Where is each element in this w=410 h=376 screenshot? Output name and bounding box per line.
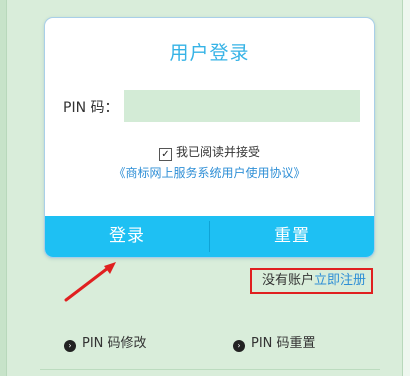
register-highlight-box: 没有账户立即注册 <box>250 268 373 294</box>
bottom-divider <box>40 369 380 370</box>
chevron-right-circle-icon: › <box>233 340 245 352</box>
agree-checkbox[interactable]: ✓ <box>158 148 172 161</box>
reset-button[interactable]: 重置 <box>210 216 374 257</box>
pin-modify-link[interactable]: › PIN 码修改 <box>64 332 147 352</box>
pin-reset-label: PIN 码重置 <box>251 336 316 351</box>
red-arrow-icon <box>64 262 116 302</box>
register-link[interactable]: 立即注册 <box>314 273 366 288</box>
pin-input[interactable] <box>124 90 360 122</box>
pin-reset-link[interactable]: › PIN 码重置 <box>233 332 316 352</box>
check-icon: ✓ <box>161 149 170 160</box>
login-card: 用户登录 PIN 码： ✓ 我已阅读并接受 《商标网上服务系统用户使用协议》 登录… <box>44 17 375 258</box>
agreement-link[interactable]: 《商标网上服务系统用户使用协议》 <box>45 164 374 181</box>
right-frame-border <box>402 0 410 376</box>
left-frame-line <box>6 0 7 376</box>
pin-modify-label: PIN 码修改 <box>82 336 147 351</box>
login-button[interactable]: 登录 <box>45 216 209 257</box>
pin-label: PIN 码： <box>63 100 119 116</box>
agree-text: 我已阅读并接受 <box>175 145 260 159</box>
no-account-text: 没有账户 <box>262 273 315 288</box>
button-bar: 登录 重置 <box>45 216 374 257</box>
chevron-right-circle-icon: › <box>64 340 76 352</box>
agree-row: ✓ 我已阅读并接受 <box>45 143 374 161</box>
login-title: 用户登录 <box>169 42 250 64</box>
